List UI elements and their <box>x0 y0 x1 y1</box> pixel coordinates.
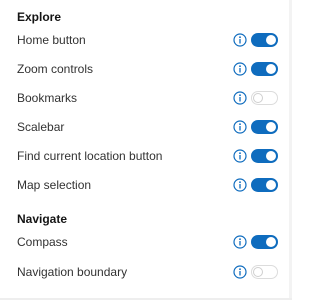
home-button-toggle[interactable] <box>251 33 278 47</box>
toggle-knob <box>266 237 276 247</box>
info-icon[interactable] <box>233 91 247 105</box>
setting-label: Zoom controls <box>17 62 94 76</box>
toggle-knob <box>266 35 276 45</box>
zoom-controls-toggle[interactable] <box>251 62 278 76</box>
setting-label: Map selection <box>17 178 92 192</box>
setting-row-zoom-controls[interactable]: Zoom controls <box>0 58 289 84</box>
info-icon[interactable] <box>233 62 247 76</box>
setting-label: Compass <box>17 235 68 249</box>
info-icon[interactable] <box>233 178 247 192</box>
setting-row-home-button[interactable]: Home button <box>0 29 289 55</box>
info-icon[interactable] <box>233 149 247 163</box>
navigation-boundary-toggle[interactable] <box>251 265 278 279</box>
setting-row-compass[interactable]: Compass <box>0 231 289 257</box>
toggle-knob <box>253 267 263 277</box>
toggle-knob <box>266 122 276 132</box>
compass-toggle[interactable] <box>251 235 278 249</box>
find-current-location-toggle[interactable] <box>251 149 278 163</box>
info-icon[interactable] <box>233 120 247 134</box>
info-icon[interactable] <box>233 235 247 249</box>
scrollbar[interactable] <box>289 0 292 300</box>
setting-row-map-selection[interactable]: Map selection <box>0 174 289 200</box>
setting-label: Find current location button <box>17 149 163 163</box>
scalebar-toggle[interactable] <box>251 120 278 134</box>
section-header-navigate: Navigate <box>17 212 68 226</box>
setting-row-bookmarks[interactable]: Bookmarks <box>0 87 289 113</box>
setting-label: Home button <box>17 33 86 47</box>
info-icon[interactable] <box>233 33 247 47</box>
section-header-explore: Explore <box>17 10 62 24</box>
map-settings-panel: Explore Home button Zoom controls Bookma… <box>0 0 292 300</box>
setting-row-find-current-location-button[interactable]: Find current location button <box>0 145 289 171</box>
bookmarks-toggle[interactable] <box>251 91 278 105</box>
setting-label: Scalebar <box>17 120 65 134</box>
setting-row-scalebar[interactable]: Scalebar <box>0 116 289 142</box>
toggle-knob <box>253 93 263 103</box>
setting-row-navigation-boundary[interactable]: Navigation boundary <box>0 261 289 287</box>
setting-label: Navigation boundary <box>17 265 128 279</box>
setting-label: Bookmarks <box>17 91 78 105</box>
toggle-knob <box>266 151 276 161</box>
toggle-knob <box>266 64 276 74</box>
map-selection-toggle[interactable] <box>251 178 278 192</box>
toggle-knob <box>266 180 276 190</box>
info-icon[interactable] <box>233 265 247 279</box>
